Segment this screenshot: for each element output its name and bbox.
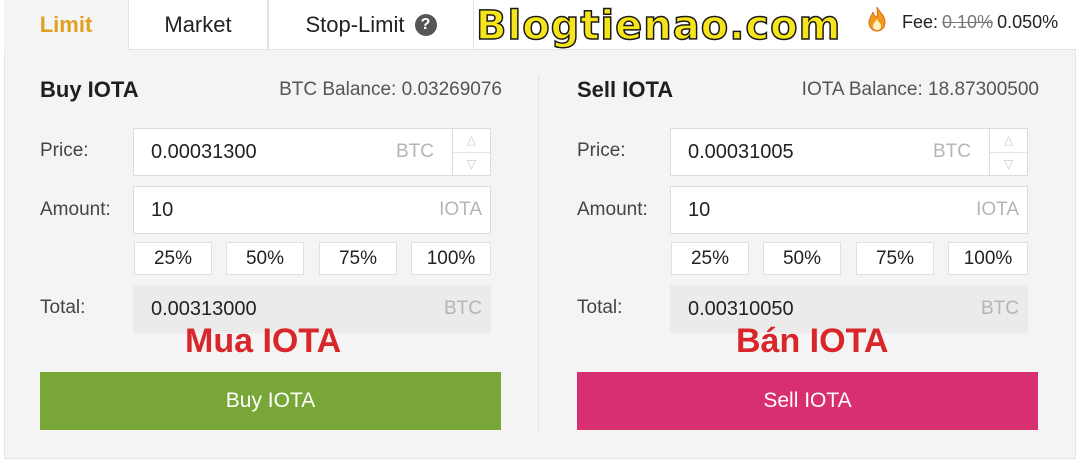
sell-price-label: Price: — [577, 140, 626, 161]
sell-amount-value: 10 — [688, 198, 711, 221]
sell-total-value: 0.00310050 — [688, 297, 794, 320]
chevron-down-icon[interactable]: ▽ — [990, 151, 1027, 176]
buy-amount-value: 10 — [151, 198, 174, 221]
sell-amount-label: Amount: — [577, 199, 648, 220]
buy-pct-25-button[interactable]: 25% — [134, 242, 212, 275]
fee-old-rate: 0.10% — [942, 12, 994, 32]
sell-amount-unit: IOTA — [976, 199, 1019, 220]
buy-price-label: Price: — [40, 140, 89, 161]
buy-panel: Buy IOTA BTC Balance: 0.03269076 Price: … — [40, 50, 540, 450]
buy-overlay-caption: Mua IOTA — [185, 322, 342, 360]
buy-total-unit: BTC — [444, 298, 482, 319]
fee-new-rate: 0.050% — [997, 12, 1059, 32]
sell-title: Sell IOTA — [577, 77, 674, 102]
buy-price-value: 0.00031300 — [151, 140, 257, 163]
tab-limit-label: Limit — [39, 12, 93, 37]
buy-amount-label: Amount: — [40, 199, 111, 220]
tab-limit[interactable]: Limit — [4, 0, 128, 50]
chevron-up-icon[interactable]: △ — [453, 129, 490, 152]
fee-label: Fee: — [902, 12, 939, 32]
help-circle-icon[interactable]: ? — [414, 13, 437, 36]
sell-pct-75-button[interactable]: 75% — [856, 242, 934, 275]
iota-balance: IOTA Balance: 18.87300500 — [801, 79, 1039, 100]
sell-pct-25-button[interactable]: 25% — [671, 242, 749, 275]
buy-pct-50-button[interactable]: 50% — [226, 242, 304, 275]
buy-amount-input[interactable]: 10 IOTA — [133, 186, 491, 234]
buy-amount-unit: IOTA — [439, 199, 482, 220]
buy-pct-75-button[interactable]: 75% — [319, 242, 397, 275]
sell-price-input[interactable]: 0.00031005 BTC △ ▽ — [670, 128, 1028, 176]
sell-total-unit: BTC — [981, 298, 1019, 319]
chevron-down-icon[interactable]: ▽ — [453, 151, 490, 176]
chevron-up-icon[interactable]: △ — [990, 129, 1027, 152]
buy-total-label: Total: — [40, 297, 86, 318]
sell-amount-input[interactable]: 10 IOTA — [670, 186, 1028, 234]
sell-pct-50-button[interactable]: 50% — [763, 242, 841, 275]
sell-button[interactable]: Sell IOTA — [577, 372, 1038, 430]
sell-overlay-caption: Bán IOTA — [736, 322, 889, 360]
tab-market-label: Market — [164, 11, 232, 37]
sell-pct-100-button[interactable]: 100% — [948, 242, 1028, 275]
buy-price-input[interactable]: 0.00031300 BTC △ ▽ — [133, 128, 491, 176]
buy-title: Buy IOTA — [40, 77, 139, 102]
fee-info: Fee: 0.10% 0.050% — [902, 12, 1058, 33]
buy-price-stepper: △ ▽ — [452, 128, 491, 176]
buy-total-value: 0.00313000 — [151, 297, 257, 320]
sell-price-value: 0.00031005 — [688, 140, 794, 163]
sell-price-stepper: △ ▽ — [989, 128, 1028, 176]
sell-panel: Sell IOTA IOTA Balance: 18.87300500 Pric… — [577, 50, 1077, 450]
sell-total-label: Total: — [577, 297, 623, 318]
flame-icon — [868, 6, 886, 32]
tab-market[interactable]: Market — [128, 0, 268, 50]
tab-stop-limit[interactable]: Stop-Limit ? — [268, 0, 474, 50]
watermark-text: Blogtienao.com — [475, 3, 842, 49]
tab-stop-limit-label: Stop-Limit — [305, 11, 405, 37]
buy-pct-100-button[interactable]: 100% — [411, 242, 491, 275]
buy-button[interactable]: Buy IOTA — [40, 372, 501, 430]
btc-balance: BTC Balance: 0.03269076 — [279, 79, 502, 100]
